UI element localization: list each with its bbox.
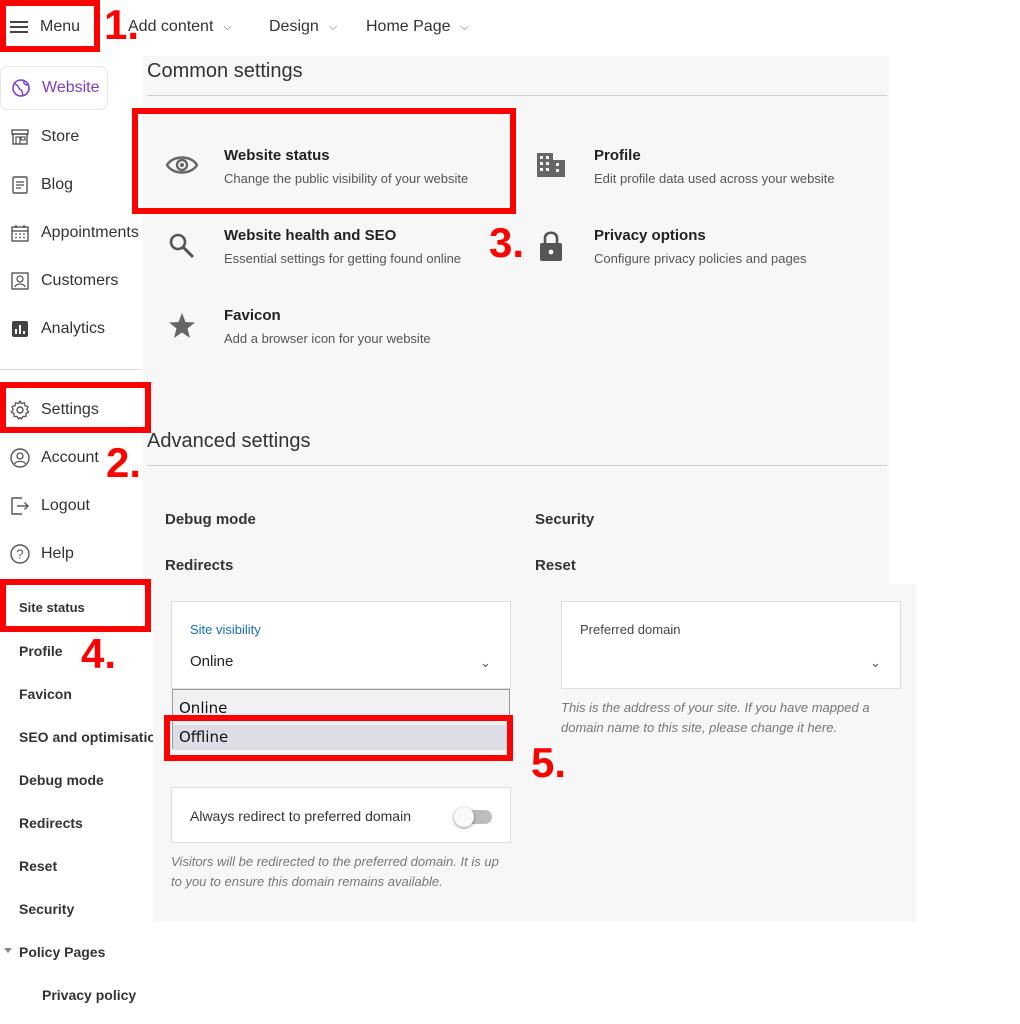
sidebar-item-blog[interactable]: Blog xyxy=(0,163,140,207)
privacy-options-title[interactable]: Privacy options xyxy=(594,227,706,244)
star-icon xyxy=(166,310,198,347)
contact-card-icon xyxy=(9,270,31,292)
sidebar-item-logout[interactable]: Logout xyxy=(0,484,140,528)
website-health-title[interactable]: Website health and SEO xyxy=(224,227,396,244)
store-icon xyxy=(9,126,31,148)
sidebar-sub-profile[interactable]: Profile xyxy=(19,643,63,659)
sidebar-item-label: Analytics xyxy=(41,320,106,337)
annotation-number-4: 4. xyxy=(81,630,117,677)
sidebar-item-label: Store xyxy=(41,128,80,145)
favicon-desc: Add a browser icon for your website xyxy=(224,331,431,346)
site-visibility-select[interactable] xyxy=(171,601,511,689)
lock-icon xyxy=(538,229,564,268)
sidebar-sub-privacy-policy[interactable]: Privacy policy xyxy=(42,987,136,1003)
favicon-title[interactable]: Favicon xyxy=(224,307,281,324)
redirect-toggle-label: Always redirect to preferred domain xyxy=(190,808,411,824)
preferred-domain-hint: This is the address of your site. If you… xyxy=(561,700,870,735)
annotation-box-settings xyxy=(0,382,151,433)
sidebar-item-label: Customers xyxy=(41,272,119,289)
site-visibility-value: Online xyxy=(190,653,234,670)
annotation-box-menu xyxy=(0,0,100,52)
redirects-link[interactable]: Redirects xyxy=(165,557,233,574)
redirect-toggle[interactable] xyxy=(454,807,492,827)
sidebar-item-analytics[interactable]: Analytics xyxy=(0,307,140,351)
annotation-number-2: 2. xyxy=(106,439,142,486)
annotation-box-offline xyxy=(164,715,513,761)
website-health-desc: Essential settings for getting found onl… xyxy=(224,251,462,266)
caret-down-icon[interactable] xyxy=(4,948,12,953)
sidebar-item-help[interactable]: ? Help xyxy=(0,532,140,576)
svg-text:?: ? xyxy=(16,547,23,562)
sidebar-item-label: Appointments xyxy=(41,224,139,241)
sidebar-sub-policy-pages[interactable]: Policy Pages xyxy=(19,944,105,960)
toggle-knob xyxy=(454,807,474,827)
user-circle-icon xyxy=(9,447,31,469)
sidebar-sub-debug-mode[interactable]: Debug mode xyxy=(19,772,104,788)
chevron-down-icon: ⌵ xyxy=(223,20,232,33)
common-settings-title: Common settings xyxy=(147,60,303,82)
building-icon xyxy=(535,151,567,184)
search-icon xyxy=(168,232,196,265)
profile-desc: Edit profile data used across your websi… xyxy=(594,171,835,186)
sidebar-item-label: Blog xyxy=(41,176,74,193)
chevron-down-icon: ⌵ xyxy=(328,20,338,33)
document-icon xyxy=(9,174,31,196)
sidebar-sub-favicon[interactable]: Favicon xyxy=(19,686,72,702)
sidebar-item-label: Account xyxy=(41,449,99,466)
design-label: Design xyxy=(269,18,319,35)
add-content-menu[interactable]: Add content ⌵ xyxy=(128,18,232,36)
chevron-down-icon: ⌵ xyxy=(460,20,469,33)
reset-link[interactable]: Reset xyxy=(535,557,576,574)
calendar-icon xyxy=(9,222,31,244)
sidebar-item-label: Help xyxy=(41,545,74,562)
redirect-hint: Visitors will be redirected to the prefe… xyxy=(171,854,499,889)
sidebar-item-label: Website xyxy=(42,79,100,96)
privacy-options-desc: Configure privacy policies and pages xyxy=(594,251,807,266)
sidebar-item-website[interactable]: Website xyxy=(0,66,108,110)
home-page-menu[interactable]: Home Page ⌵ xyxy=(366,18,469,36)
annotation-number-1: 1. xyxy=(104,1,140,48)
sidebar-item-appointments[interactable]: Appointments xyxy=(0,211,142,255)
bar-chart-icon xyxy=(9,318,31,340)
common-settings-divider xyxy=(147,95,887,96)
debug-mode-link[interactable]: Debug mode xyxy=(165,511,256,528)
sidebar-item-label: Logout xyxy=(41,497,90,514)
profile-title[interactable]: Profile xyxy=(594,147,641,164)
home-page-label: Home Page xyxy=(366,18,451,35)
advanced-settings-divider xyxy=(147,465,887,466)
annotation-box-website-status xyxy=(132,108,516,214)
add-content-label: Add content xyxy=(128,18,214,35)
sidebar-sub-reset[interactable]: Reset xyxy=(19,858,57,874)
sidebar-divider xyxy=(0,369,142,370)
sidebar-sub-seo[interactable]: SEO and optimisation xyxy=(19,729,164,745)
sidebar-sub-security[interactable]: Security xyxy=(19,901,74,917)
chevron-down-icon: ⌄ xyxy=(870,655,881,670)
site-visibility-label: Site visibility xyxy=(190,622,261,637)
advanced-settings-title: Advanced settings xyxy=(147,430,311,452)
sidebar-sub-redirects[interactable]: Redirects xyxy=(19,815,83,831)
help-circle-icon: ? xyxy=(9,543,31,565)
preferred-domain-select[interactable] xyxy=(561,601,901,689)
chevron-down-icon: ⌄ xyxy=(480,655,491,670)
logout-icon xyxy=(9,495,31,517)
design-menu[interactable]: Design ⌵ xyxy=(269,18,337,36)
preferred-domain-label: Preferred domain xyxy=(580,622,681,637)
globe-icon xyxy=(10,77,32,99)
annotation-number-5: 5. xyxy=(531,739,567,786)
sidebar-item-store[interactable]: Store xyxy=(0,115,140,159)
annotation-box-site-status xyxy=(0,579,151,632)
sidebar-item-customers[interactable]: Customers xyxy=(0,259,140,303)
security-link[interactable]: Security xyxy=(535,511,594,528)
annotation-number-3: 3. xyxy=(489,219,525,266)
